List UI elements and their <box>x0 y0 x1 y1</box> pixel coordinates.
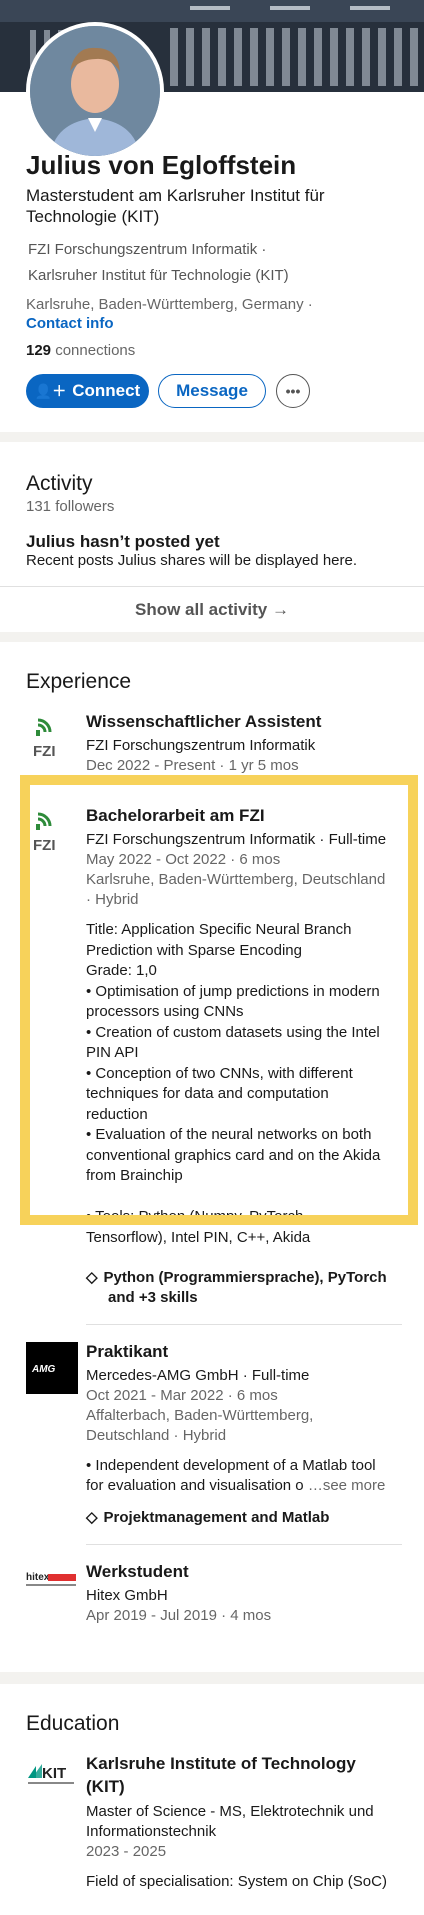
degree: Master of Science - MS, Elektrotechnik u… <box>86 1803 374 1820</box>
amg-logo-icon: AMG <box>31 1364 56 1375</box>
job-location: Affalterbach, Baden-Württemberg, <box>86 1407 314 1424</box>
no-posts-title: Julius hasn’t posted yet <box>26 532 220 551</box>
diamond-icon: ◇ <box>86 1269 98 1286</box>
svg-text:hitex: hitex <box>26 1572 50 1583</box>
no-posts-desc: Recent posts Julius shares will be displ… <box>26 552 358 569</box>
job-workplace: Deutschland · Hybrid <box>86 1427 227 1444</box>
profile-location: Karlsruhe, Baden-Württemberg, Germany · <box>26 296 313 313</box>
job-description-line: for evaluation and visualisation o …see … <box>86 1476 385 1496</box>
profile-card: Julius von Egloffstein Masterstudent am … <box>0 0 424 432</box>
hitex-logo-icon: hitex <box>26 1572 76 1586</box>
svg-text:FZI: FZI <box>33 743 56 760</box>
see-more-link[interactable]: …see more <box>308 1477 386 1494</box>
desc-line: Tensorflow), Intel PIN, C++, Akida <box>86 1228 311 1246</box>
hitex-logo[interactable]: hitex <box>26 1562 76 1602</box>
kit-logo[interactable]: KIT <box>26 1756 76 1796</box>
activity-title: Activity <box>26 472 93 495</box>
job-dates: Dec 2022 - Present · 1 yr 5 mos <box>86 757 299 774</box>
current-company[interactable]: FZI Forschungszentrum Informatik · <box>28 241 266 258</box>
job-company: Mercedes-AMG GmbH · Full-time <box>86 1367 310 1384</box>
activity-section: Activity 131 followers Julius hasn’t pos… <box>0 442 424 632</box>
more-icon: ••• <box>285 383 301 399</box>
profile-headline: Masterstudent am Karlsruher Institut für… <box>26 186 325 226</box>
divider <box>86 1544 402 1545</box>
job-title[interactable]: Praktikant <box>86 1342 168 1362</box>
desc-text: for evaluation and visualisation o <box>86 1477 304 1494</box>
avatar[interactable] <box>26 22 164 160</box>
add-person-icon: 👤＋ <box>34 383 67 399</box>
message-button[interactable]: Message <box>158 374 266 408</box>
job-skills[interactable]: ◇ Projektmanagement and Matlab <box>86 1508 329 1528</box>
followers-count: 131 followers <box>26 498 115 515</box>
job-dates: Oct 2021 - Mar 2022 · 6 mos <box>86 1387 278 1404</box>
amg-logo[interactable]: AMG <box>26 1342 78 1394</box>
job-title[interactable]: Werkstudent <box>86 1562 189 1582</box>
connect-label: Connect <box>72 381 141 400</box>
education-summary[interactable]: Karlsruher Institut für Technologie (KIT… <box>28 267 289 284</box>
more-options-button[interactable]: ••• <box>276 374 310 408</box>
experience-title: Experience <box>26 670 132 693</box>
education-years: 2023 - 2025 <box>86 1843 167 1860</box>
show-all-activity-button[interactable]: Show all activity → <box>0 586 424 632</box>
skills-line: Projektmanagement and Matlab <box>103 1509 330 1526</box>
job-dates: Apr 2019 - Jul 2019 · 4 mos <box>86 1607 272 1624</box>
fzi-logo-icon: FZI <box>33 718 56 760</box>
education-section: Education KIT Karlsruhe Institute of Tec… <box>0 1684 424 1915</box>
job-skills-more[interactable]: and +3 skills <box>108 1288 198 1308</box>
section-gap <box>0 632 424 642</box>
degree-cont: Informationstechnik <box>86 1823 217 1840</box>
fzi-logo[interactable]: FZI <box>26 714 76 764</box>
connections-count[interactable]: 129 connections <box>26 342 135 359</box>
svg-text:AMG: AMG <box>31 1364 56 1375</box>
education-title: Education <box>26 1712 120 1735</box>
svg-text:KIT: KIT <box>42 1765 66 1782</box>
school-name-cont[interactable]: (KIT) <box>86 1777 125 1797</box>
connections-label: connections <box>55 342 136 359</box>
field-of-specialisation: Field of specialisation: System on Chip … <box>86 1873 387 1890</box>
section-gap <box>0 432 424 442</box>
skills-line: Python (Programmiersprache), PyTorch <box>103 1269 387 1286</box>
job-company: Hitex GmbH <box>86 1587 168 1604</box>
school-name[interactable]: Karlsruhe Institute of Technology <box>86 1754 356 1774</box>
kit-logo-icon: KIT <box>28 1764 74 1784</box>
connections-number: 129 <box>26 342 52 359</box>
job-description-line: • Independent development of a Matlab to… <box>86 1457 376 1474</box>
section-gap <box>0 1672 424 1684</box>
connect-button[interactable]: 👤＋ Connect <box>26 374 149 408</box>
job-title[interactable]: Wissenschaftlicher Assistent <box>86 712 321 732</box>
highlight-box <box>20 775 418 1225</box>
profile-photo <box>30 26 160 156</box>
job-skills[interactable]: ◇ Python (Programmiersprache), PyTorch <box>86 1268 387 1288</box>
profile-name: Julius von Egloffstein <box>26 150 297 180</box>
job-company: FZI Forschungszentrum Informatik <box>86 737 316 754</box>
diamond-icon: ◇ <box>86 1509 98 1526</box>
divider <box>86 1324 402 1325</box>
contact-info-link[interactable]: Contact info <box>26 315 114 332</box>
